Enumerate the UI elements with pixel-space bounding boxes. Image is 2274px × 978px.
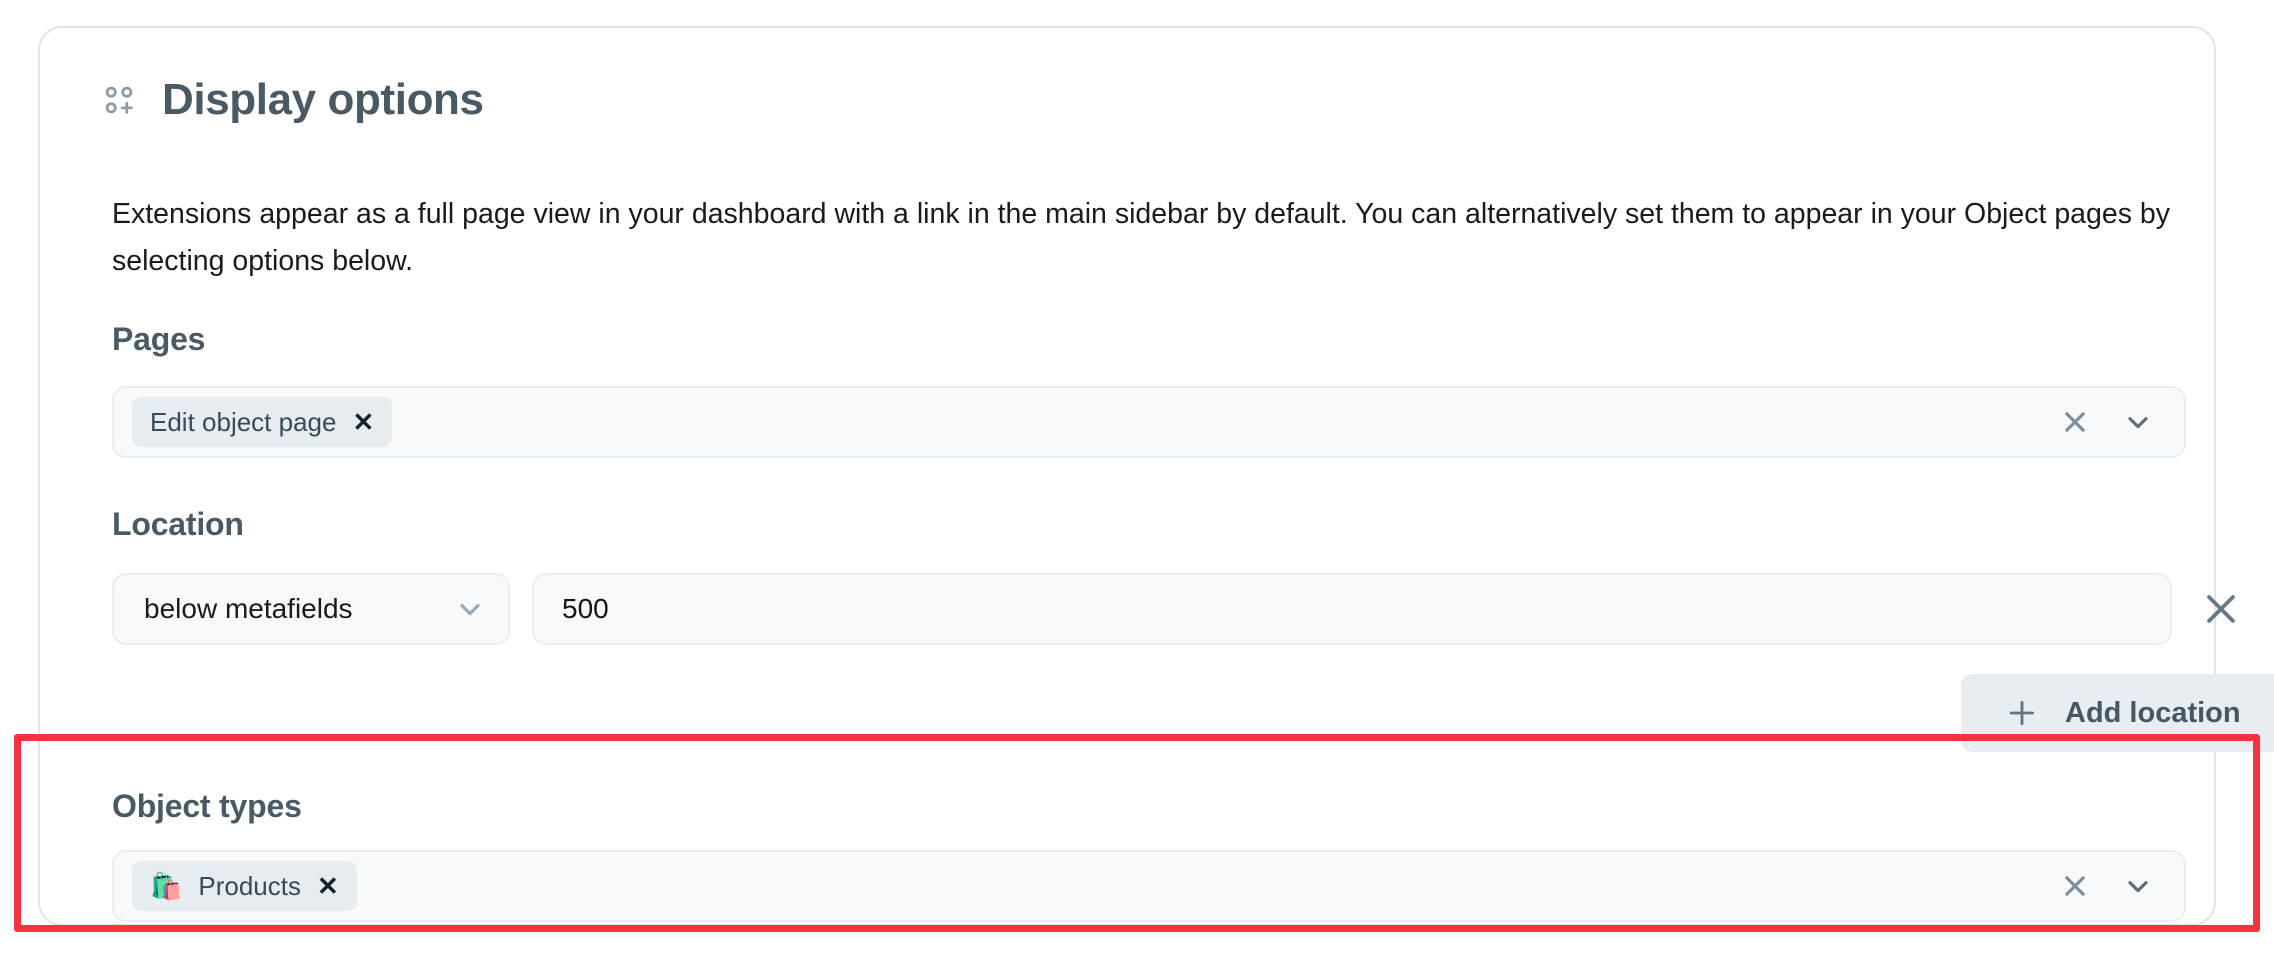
plus-icon [2005,696,2039,730]
shopping-bags-icon: 🛍️ [150,871,183,901]
object-types-section-label: Object types [112,788,302,824]
add-location-label: Add location [2065,696,2241,729]
chevron-down-icon[interactable] [2122,870,2154,902]
chip-label: Edit object page [150,407,337,437]
chevron-down-icon[interactable] [2122,406,2154,438]
location-section-label: Location [112,506,244,542]
pages-section-label: Pages [112,321,206,357]
pages-multiselect[interactable]: Edit object page ✕ [112,386,2186,458]
chip-remove-icon[interactable]: ✕ [352,409,374,435]
pages-select-actions [2060,406,2184,438]
card-description: Extensions appear as a full page view in… [112,198,2170,277]
chip-label: Products [198,871,301,901]
object-types-multiselect[interactable]: 🛍️ Products ✕ [112,850,2186,922]
location-value-field[interactable] [532,573,2172,645]
clear-x-icon[interactable] [2060,871,2090,901]
screen-root: Display options Extensions appear as a f… [0,0,2274,978]
location-position-dropdown[interactable]: below metafields [112,573,510,645]
chip-products[interactable]: 🛍️ Products ✕ [132,861,357,911]
chip-edit-object-page[interactable]: Edit object page ✕ [132,397,393,447]
grid-plus-icon [102,83,136,117]
page-title: Display options [162,75,484,124]
chevron-down-icon[interactable] [454,593,486,625]
clear-x-icon[interactable] [2060,407,2090,437]
add-location-button[interactable]: Add location [1961,674,2274,752]
remove-location-button[interactable] [2198,586,2244,632]
location-position-value: below metafields [144,593,353,624]
display-options-card: Display options Extensions appear as a f… [38,26,2274,926]
location-value-input[interactable] [562,593,2142,625]
object-types-select-actions [2060,870,2184,902]
chip-remove-icon[interactable]: ✕ [317,873,339,899]
card-header: Display options [102,78,484,122]
